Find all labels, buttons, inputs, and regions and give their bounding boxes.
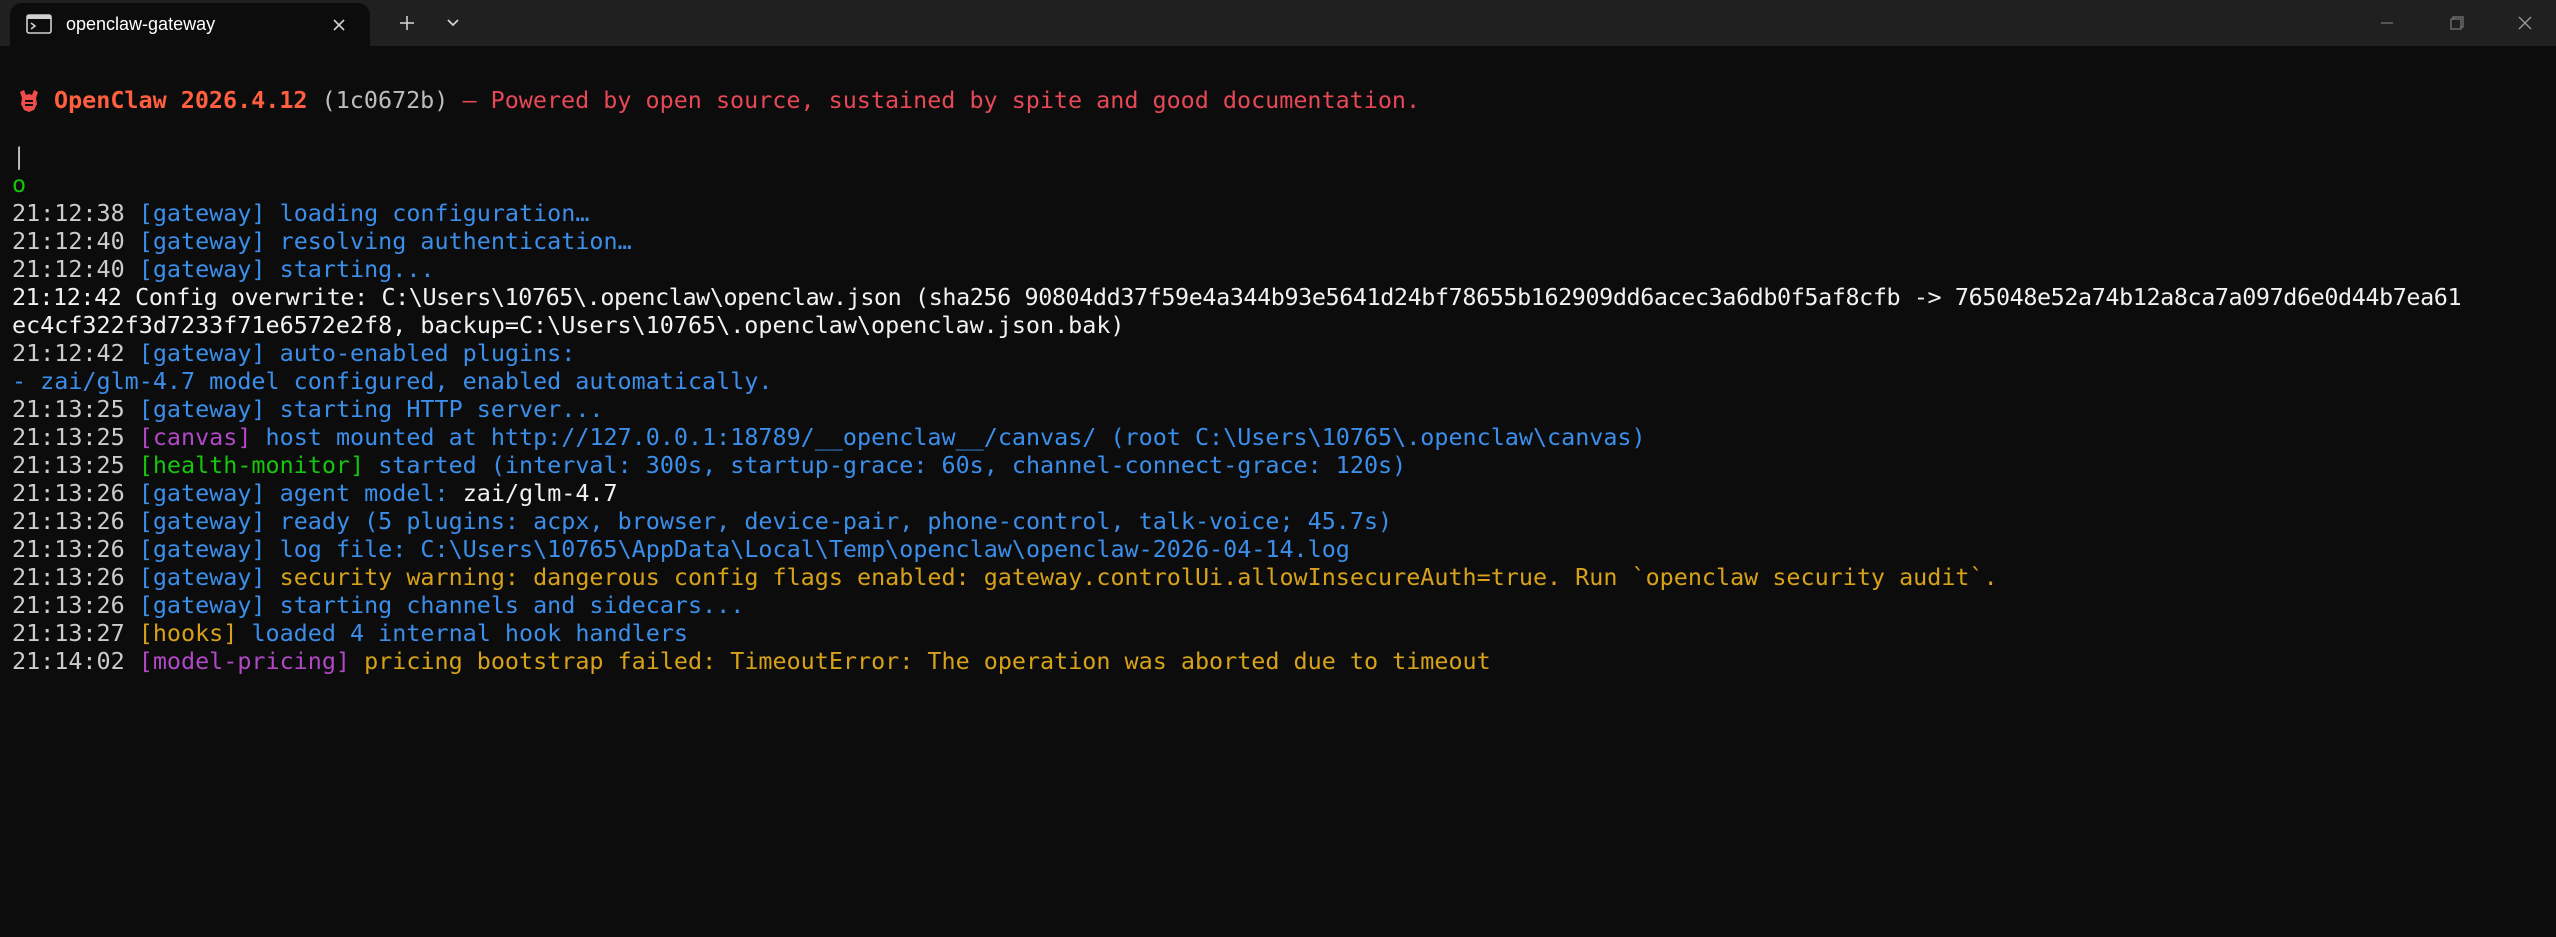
title-bar: openclaw-gateway <box>0 0 2556 46</box>
log-line: 21:13:25 [gateway] starting HTTP server.… <box>12 395 604 423</box>
log-message: started (interval: 300s, startup-grace: … <box>378 451 1407 479</box>
plus-icon[interactable] <box>392 10 422 36</box>
log-message: host mounted at http://127.0.0.1:18789/_… <box>265 423 1646 451</box>
log-message: agent model: <box>279 479 449 507</box>
banner-tagline: Powered by open source, sustained by spi… <box>490 86 1421 114</box>
restore-icon <box>2450 16 2464 30</box>
log-timestamp: 21:13:25 <box>12 451 125 479</box>
terminal-icon <box>26 14 52 34</box>
log-line: 21:13:25 [canvas] host mounted at http:/… <box>12 423 1646 451</box>
log-message: ready (5 plugins: acpx, browser, device-… <box>279 507 1393 535</box>
log-line-continuation: - zai/glm-4.7 model configured, enabled … <box>12 367 772 395</box>
log-warning-message: pricing bootstrap failed: TimeoutError: … <box>364 647 1491 675</box>
minimize-icon <box>2381 22 2393 24</box>
log-line: 21:13:26 [gateway] log file: C:\Users\10… <box>12 535 1350 563</box>
log-warning-message: security warning: dangerous config flags… <box>279 563 1998 591</box>
log-message: ec4cf322f3d7233f71e6572e2f8, backup=C:\U… <box>12 311 1125 339</box>
log-line: 21:12:38 [gateway] loading configuration… <box>12 199 589 227</box>
log-timestamp: 21:13:26 <box>12 535 125 563</box>
log-timestamp: 21:12:38 <box>12 199 125 227</box>
minimize-button[interactable] <box>2352 0 2422 46</box>
log-message: loaded 4 internal hook handlers <box>251 619 688 647</box>
log-tag: [gateway] <box>138 255 266 283</box>
log-message: starting channels and sidecars... <box>279 591 745 619</box>
close-tab-icon[interactable] <box>326 12 352 38</box>
log-message: resolving authentication… <box>279 227 632 255</box>
log-message: - zai/glm-4.7 model configured, enabled … <box>12 367 773 395</box>
log-line: 21:12:40 [gateway] resolving authenticat… <box>12 227 632 255</box>
log-tag: [canvas] <box>138 423 252 451</box>
tab-title: openclaw-gateway <box>66 14 216 34</box>
log-timestamp: 21:13:26 <box>12 591 125 619</box>
log-tag: [gateway] <box>138 479 266 507</box>
log-message: starting... <box>279 255 435 283</box>
close-icon <box>2518 16 2532 30</box>
log-tag: [gateway] <box>138 339 266 367</box>
log-line: 21:14:02 [model-pricing] pricing bootstr… <box>12 647 1491 675</box>
banner-name: OpenClaw <box>54 86 167 114</box>
banner-dash: — <box>462 86 477 114</box>
log-line: 21:12:40 [gateway] starting... <box>12 255 435 283</box>
log-line: 21:13:26 [gateway] ready (5 plugins: acp… <box>12 507 1392 535</box>
log-timestamp: 21:13:25 <box>12 395 125 423</box>
log-model-value: zai/glm-4.7 <box>462 479 618 507</box>
lobster-icon <box>16 88 42 114</box>
log-timestamp: 21:13:25 <box>12 423 125 451</box>
log-line: 21:13:27 [hooks] loaded 4 internal hook … <box>12 619 688 647</box>
log-message: auto-enabled plugins: <box>279 339 576 367</box>
log-tag: [hooks] <box>138 619 238 647</box>
pipe-line: | <box>12 142 27 170</box>
log-tag: [model-pricing] <box>138 647 351 675</box>
log-line: 21:13:25 [health-monitor] started (inter… <box>12 451 1406 479</box>
log-timestamp: 21:12:40 <box>12 255 125 283</box>
tab-openclaw-gateway[interactable]: openclaw-gateway <box>10 3 370 46</box>
log-message: log file: C:\Users\10765\AppData\Local\T… <box>279 535 1350 563</box>
log-line-continuation: ec4cf322f3d7233f71e6572e2f8, backup=C:\U… <box>12 311 1125 339</box>
log-message: starting HTTP server... <box>279 395 604 423</box>
banner-line: OpenClaw 2026.4.12 (1c0672b) — Powered b… <box>54 86 1420 114</box>
log-timestamp: 21:14:02 <box>12 647 125 675</box>
log-line: 21:13:26 [gateway] agent model: zai/glm-… <box>12 479 618 507</box>
log-message: loading configuration… <box>279 199 590 227</box>
log-tag: [gateway] <box>138 591 266 619</box>
banner-commit: (1c0672b) <box>321 86 449 114</box>
log-tag: [gateway] <box>138 227 266 255</box>
log-message: Config overwrite: C:\Users\10765\.opencl… <box>135 283 2462 311</box>
log-timestamp: 21:13:27 <box>12 619 125 647</box>
log-tag: [gateway] <box>138 395 266 423</box>
log-line: 21:12:42 Config overwrite: C:\Users\1076… <box>12 283 2462 311</box>
log-timestamp: 21:12:40 <box>12 227 125 255</box>
log-timestamp: 21:13:26 <box>12 563 125 591</box>
log-line: 21:13:26 [gateway] security warning: dan… <box>12 563 1998 591</box>
chevron-down-icon[interactable] <box>438 10 468 36</box>
close-window-button[interactable] <box>2490 0 2556 46</box>
circle-line: o <box>12 170 27 198</box>
log-timestamp: 21:13:26 <box>12 479 125 507</box>
log-timestamp: 21:12:42 <box>12 339 125 367</box>
restore-button[interactable] <box>2422 0 2492 46</box>
log-tag: [health-monitor] <box>138 451 365 479</box>
log-tag: [gateway] <box>138 563 266 591</box>
log-timestamp: 21:12:42 <box>12 283 122 311</box>
log-line: 21:13:26 [gateway] starting channels and… <box>12 591 744 619</box>
log-tag: [gateway] <box>138 535 266 563</box>
log-tag: [gateway] <box>138 199 266 227</box>
log-line: 21:12:42 [gateway] auto-enabled plugins: <box>12 339 575 367</box>
log-timestamp: 21:13:26 <box>12 507 125 535</box>
log-tag: [gateway] <box>138 507 266 535</box>
terminal-output[interactable]: OpenClaw 2026.4.12 (1c0672b) — Powered b… <box>0 46 2556 937</box>
banner-version: 2026.4.12 <box>180 86 308 114</box>
